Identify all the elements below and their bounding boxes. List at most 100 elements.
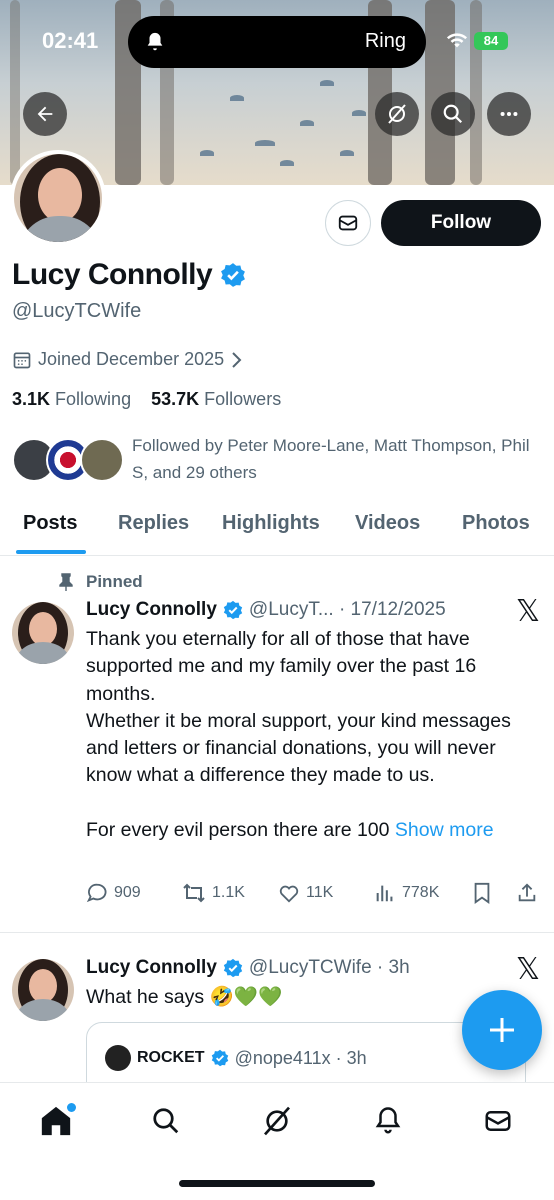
heart-icon — [279, 885, 299, 903]
tweet-text-blank — [86, 790, 516, 817]
dynamic-island[interactable]: Ring — [128, 16, 426, 68]
grok-icon — [264, 1106, 290, 1136]
status-time: 02:41 — [42, 28, 99, 53]
quoted-handle-date: @nope411x · 3h — [234, 1047, 367, 1068]
avatar-face — [29, 969, 57, 1003]
banner-bird — [352, 110, 366, 116]
banner-bird — [320, 80, 334, 86]
tab-replies[interactable]: Replies — [118, 512, 189, 535]
banner-bird — [300, 120, 314, 126]
pinned-row: Pinned — [58, 572, 143, 592]
views-button[interactable]: 778K — [374, 882, 439, 904]
message-button[interactable] — [325, 200, 371, 246]
banner-bird — [255, 140, 275, 146]
nav-home[interactable] — [36, 1101, 76, 1141]
followers-link[interactable]: 53.7K Followers — [151, 389, 281, 409]
wifi-icon — [446, 32, 468, 55]
compose-button[interactable] — [462, 990, 542, 1070]
tweet-author-name[interactable]: Lucy Connolly — [86, 957, 217, 979]
repost-icon — [183, 883, 205, 903]
nav-notifications[interactable] — [368, 1101, 408, 1141]
tweet-avatar[interactable] — [12, 959, 74, 1021]
views-icon — [376, 885, 393, 902]
tweet-actions: 909 1.1K 11K 778K — [86, 882, 546, 906]
more-button[interactable] — [487, 92, 531, 136]
follower-avatar — [80, 438, 124, 482]
avatar-face — [38, 168, 82, 222]
active-tab-indicator — [16, 550, 86, 554]
reply-icon — [86, 883, 107, 903]
nav-grok[interactable] — [257, 1101, 297, 1141]
verified-badge-icon — [223, 958, 243, 978]
view-count: 778K — [402, 884, 440, 901]
tweet-text: What he says 🤣💚💚 — [86, 986, 283, 1008]
verified-badge-icon — [221, 263, 246, 287]
battery-indicator: 84 — [474, 32, 508, 50]
x-logo-icon: 𝕏 — [515, 595, 540, 628]
follow-button[interactable]: Follow — [381, 200, 541, 246]
quoted-author-name: ROCKET — [137, 1049, 205, 1066]
share-icon — [518, 883, 536, 902]
envelope-icon — [338, 215, 358, 231]
tweet-text: Thank you eternally for all of those tha… — [86, 626, 516, 844]
followers-count: 53.7K — [151, 389, 200, 409]
tweet-avatar[interactable] — [12, 602, 74, 664]
bell-icon — [375, 1107, 401, 1134]
envelope-icon — [485, 1111, 511, 1131]
verified-badge-icon — [211, 1049, 228, 1067]
profile-name-row: Lucy Connolly — [12, 258, 246, 292]
bookmark-icon — [474, 882, 490, 904]
tab-highlights[interactable]: Highlights — [222, 512, 320, 535]
following-label: Following — [55, 389, 132, 409]
profile-name: Lucy Connolly — [12, 258, 213, 291]
tab-photos[interactable]: Photos — [462, 512, 530, 535]
nav-search[interactable] — [146, 1101, 186, 1141]
banner-bird — [230, 95, 244, 101]
profile-avatar[interactable] — [10, 150, 106, 246]
banner-bird — [340, 150, 354, 156]
following-link[interactable]: 3.1K Following — [12, 389, 131, 409]
pinned-label: Pinned — [86, 572, 143, 591]
calendar-icon — [13, 352, 31, 368]
grok-button[interactable] — [375, 92, 419, 136]
more-icon — [500, 111, 518, 117]
status-bar: 02:41 Ring 84 — [0, 0, 554, 80]
verified-badge-icon — [223, 600, 243, 620]
grok-icon — [388, 104, 406, 124]
tweet-author-name[interactable]: Lucy Connolly — [86, 599, 217, 621]
followed-by-row[interactable]: Followed by Peter Moore-Lane, Matt Thomp… — [12, 432, 542, 488]
repost-count: 1.1K — [212, 884, 245, 901]
live-activity-label: Ring — [364, 30, 406, 52]
banner-bird — [280, 160, 294, 166]
show-more-link[interactable]: Show more — [395, 819, 494, 841]
bell-icon — [144, 30, 166, 59]
tweet-handle-date: @LucyT... · 17/12/2025 — [248, 599, 446, 620]
like-count: 11K — [306, 884, 334, 901]
following-count: 3.1K — [12, 389, 51, 409]
plus-icon — [490, 1018, 514, 1042]
share-button[interactable] — [516, 882, 538, 904]
bookmark-button[interactable] — [472, 882, 492, 904]
search-icon — [443, 104, 463, 124]
like-button[interactable]: 11K — [278, 882, 333, 904]
tweet-text-last: For every evil person there are 100 Show… — [86, 817, 516, 844]
search-button[interactable] — [431, 92, 475, 136]
tab-posts[interactable]: Posts — [23, 512, 77, 535]
home-notification-dot — [67, 1103, 76, 1112]
tweet-text-line: For every evil person there are 100 — [86, 818, 390, 841]
home-indicator — [179, 1180, 375, 1187]
joined-date: Joined December 2025 — [38, 349, 225, 369]
back-button[interactable] — [23, 92, 67, 136]
tweet-pinned[interactable]: Pinned Lucy Connolly @LucyT... · 17/12/2… — [0, 556, 554, 932]
search-icon — [153, 1108, 179, 1134]
joined-date-row[interactable]: Joined December 2025 — [12, 349, 244, 370]
followed-by-text: Followed by Peter Moore-Lane, Matt Thomp… — [132, 436, 530, 482]
tweet-handle-date: @LucyTCWife · 3h — [248, 957, 410, 978]
tab-videos[interactable]: Videos — [355, 512, 420, 535]
nav-messages[interactable] — [478, 1101, 518, 1141]
reply-button[interactable]: 909 — [86, 882, 141, 904]
tweet-header: Lucy Connolly @LucyT... · 17/12/2025 — [86, 599, 446, 621]
quoted-tweet-header: ROCKET @nope411x · 3h — [105, 1045, 367, 1071]
pin-icon — [59, 573, 73, 591]
repost-button[interactable]: 1.1K — [182, 882, 245, 904]
